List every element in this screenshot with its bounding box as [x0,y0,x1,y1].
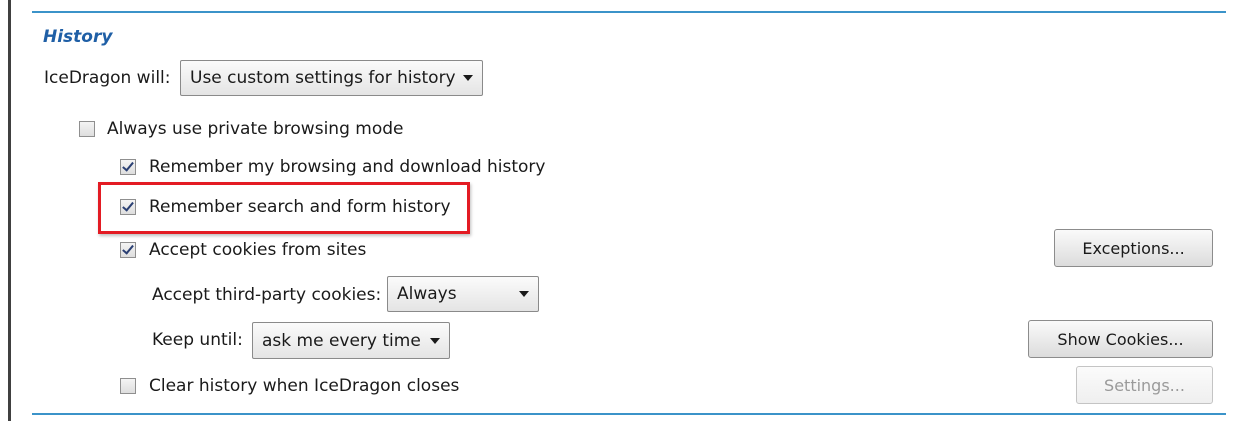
third-party-cookies-label: Accept third-party cookies: [152,285,382,305]
groupbox-top-border [32,11,1226,13]
history-mode-dropdown[interactable]: Use custom settings for history [180,60,483,96]
keep-until-label: Keep until: [152,330,243,350]
remember-search-label[interactable]: Remember search and form history [149,197,451,217]
clear-history-label[interactable]: Clear history when IceDragon closes [149,376,459,396]
keep-until-dropdown[interactable]: ask me every time [252,322,450,359]
remember-browsing-checkbox[interactable] [120,159,136,175]
keep-until-value: ask me every time [262,330,421,351]
show-cookies-button[interactable]: Show Cookies... [1028,320,1213,358]
remember-search-checkbox[interactable] [120,199,136,215]
accept-cookies-label[interactable]: Accept cookies from sites [149,240,366,260]
exceptions-button[interactable]: Exceptions... [1054,229,1213,267]
window-left-border [8,0,11,421]
chevron-down-icon [430,337,440,344]
private-browsing-label[interactable]: Always use private browsing mode [107,119,403,139]
history-mode-value: Use custom settings for history [190,68,456,88]
settings-button[interactable]: Settings... [1076,366,1213,404]
remember-browsing-label[interactable]: Remember my browsing and download histor… [149,157,545,177]
history-mode-label: IceDragon will: [44,68,171,88]
groupbox-bottom-border [32,413,1226,415]
chevron-down-icon [519,291,529,297]
third-party-cookies-dropdown[interactable]: Always [387,276,539,312]
chevron-down-icon [463,75,473,81]
accept-cookies-checkbox[interactable] [120,242,136,258]
history-section-title: History [43,27,113,47]
private-browsing-checkbox[interactable] [79,121,95,137]
third-party-cookies-value: Always [397,284,457,304]
clear-history-checkbox[interactable] [120,378,136,394]
